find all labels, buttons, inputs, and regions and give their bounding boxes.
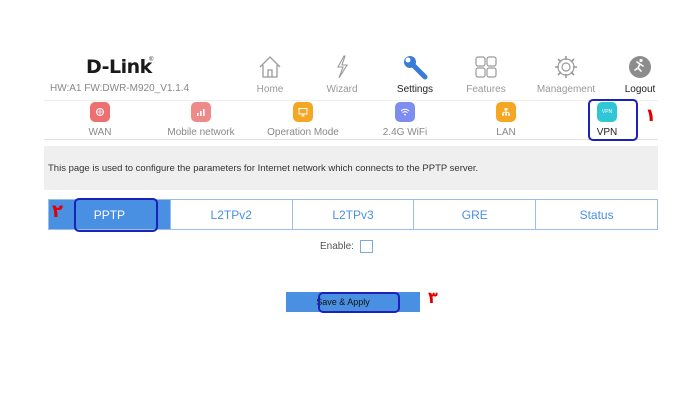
vpn-highlight-box [588, 99, 638, 141]
lan-icon [496, 102, 516, 122]
nav-management[interactable]: Management [531, 52, 601, 95]
step-1-marker: ١ [645, 105, 656, 126]
enable-row: Enable: [320, 240, 373, 253]
subnav-wifi-label: 2.4G WiFi [382, 127, 428, 138]
enable-label: Enable: [320, 241, 354, 252]
monitor-icon [293, 102, 313, 122]
tab-gre[interactable]: GRE [413, 200, 536, 229]
subnav-lan[interactable]: LAN [461, 102, 551, 138]
registered-mark: ® [149, 57, 154, 63]
step-2-marker: ٢ [52, 201, 63, 222]
nav-features-label: Features [466, 84, 506, 95]
subnav-wan-label: WAN [88, 127, 112, 138]
nav-logout-label: Logout [624, 84, 656, 95]
subnav-operation-mode[interactable]: Operation Mode [258, 102, 348, 138]
logout-icon [625, 52, 655, 82]
wan-icon [90, 102, 110, 122]
nav-features[interactable]: Features [451, 52, 521, 95]
wifi-icon [395, 102, 415, 122]
step-3-marker: ٣ [428, 288, 438, 307]
grid-icon [471, 52, 501, 82]
nav-logout[interactable]: Logout [605, 52, 675, 95]
hardware-firmware-info: HW:A1 FW:DWR-M920_V1.1.4 [50, 83, 190, 94]
nav-wizard[interactable]: Wizard [307, 52, 377, 95]
page-description: This page is used to configure the param… [44, 146, 658, 190]
nav-home[interactable]: Home [235, 52, 305, 95]
tab-l2tpv2[interactable]: L2TPv2 [169, 200, 292, 229]
wrench-icon [400, 52, 430, 82]
nav-management-label: Management [536, 84, 596, 95]
subnav-lan-label: LAN [496, 127, 516, 138]
dlink-logo: D-Link [86, 56, 152, 78]
subnav-wifi[interactable]: 2.4G WiFi [360, 102, 450, 138]
pptp-highlight-box [74, 198, 158, 232]
signal-icon [191, 102, 211, 122]
subnav-mobile-network-label: Mobile network [167, 127, 235, 138]
save-highlight-box [318, 292, 400, 313]
tab-status[interactable]: Status [535, 200, 657, 229]
house-icon [255, 52, 285, 82]
subnav-mobile-network[interactable]: Mobile network [156, 102, 246, 138]
subnav-operation-mode-label: Operation Mode [267, 127, 339, 138]
nav-home-label: Home [256, 84, 284, 95]
subnav-wan[interactable]: WAN [55, 102, 145, 138]
tab-l2tpv3[interactable]: L2TPv3 [291, 200, 414, 229]
wand-icon [327, 52, 357, 82]
enable-checkbox[interactable] [359, 240, 373, 253]
gear-icon [551, 52, 581, 82]
nav-settings[interactable]: Settings [380, 52, 450, 95]
nav-wizard-label: Wizard [326, 84, 358, 95]
nav-settings-label: Settings [396, 84, 434, 95]
